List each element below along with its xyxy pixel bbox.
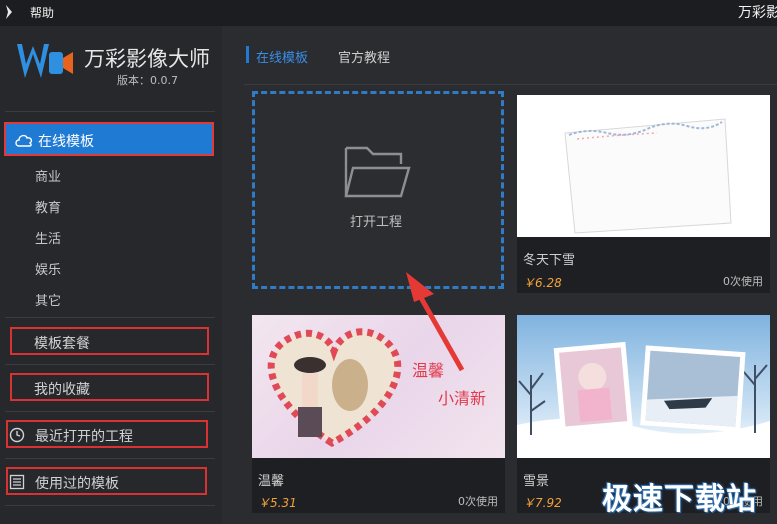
template-title: 温馨 bbox=[258, 474, 285, 489]
watermark: 极速下载站 bbox=[602, 482, 757, 517]
sidebar-item-other[interactable]: 其它 bbox=[35, 290, 61, 309]
sidebar-item-life[interactable]: 生活 bbox=[35, 228, 61, 247]
divider bbox=[5, 317, 215, 318]
divider bbox=[5, 111, 215, 112]
sidebar-item-education[interactable]: 教育 bbox=[35, 197, 61, 216]
sidebar-item-recent-projects[interactable]: 最近打开的工程 bbox=[6, 420, 208, 448]
sidebar-item-used-templates[interactable]: 使用过的模板 bbox=[6, 467, 207, 495]
template-thumbnail bbox=[517, 315, 770, 458]
title-bar bbox=[0, 0, 777, 26]
cloud-icon bbox=[14, 133, 34, 147]
sidebar-item-entertainment[interactable]: 娱乐 bbox=[35, 259, 61, 278]
sidebar bbox=[0, 26, 222, 524]
list-icon bbox=[9, 474, 25, 490]
divider bbox=[5, 364, 215, 365]
window-title: 万彩影 bbox=[738, 5, 777, 21]
sidebar-item-online-templates[interactable]: 在线模板 bbox=[4, 122, 214, 156]
menu-help[interactable]: 帮助 bbox=[30, 5, 54, 21]
sidebar-item-my-favorites[interactable]: 我的收藏 bbox=[10, 373, 209, 401]
template-price: ￥7.92 bbox=[523, 496, 562, 510]
sidebar-item-template-packages[interactable]: 模板套餐 bbox=[10, 327, 209, 355]
template-thumbnail bbox=[517, 95, 770, 237]
sidebar-item-label: 最近打开的工程 bbox=[35, 429, 133, 445]
divider bbox=[5, 411, 215, 412]
sidebar-item-label: 在线模板 bbox=[38, 134, 94, 150]
annotation-arrow-icon bbox=[400, 270, 470, 375]
tab-online-templates[interactable]: 在线模板 bbox=[256, 47, 308, 66]
template-price: ￥6.28 bbox=[523, 276, 562, 290]
sidebar-item-label: 模板套餐 bbox=[34, 336, 90, 352]
app-version: 版本：0.0.7 bbox=[117, 74, 178, 87]
tab-divider bbox=[244, 84, 777, 85]
thumbnail-caption: 小清新 bbox=[438, 389, 487, 408]
template-card-winter-snow[interactable]: 冬天下雪 ￥6.28 0次使用 bbox=[517, 95, 770, 293]
template-title: 冬天下雪 bbox=[523, 253, 576, 268]
template-use-count: 0次使用 bbox=[458, 495, 498, 508]
open-project-label: 打开工程 bbox=[350, 215, 403, 230]
active-tab-indicator bbox=[246, 46, 249, 63]
folder-icon bbox=[343, 144, 411, 202]
sidebar-item-business[interactable]: 商业 bbox=[35, 166, 61, 185]
sidebar-item-label: 使用过的模板 bbox=[35, 476, 119, 492]
menu-arrow-icon[interactable] bbox=[4, 4, 14, 20]
app-name: 万彩影像大师 bbox=[84, 47, 210, 71]
template-title: 雪景 bbox=[523, 474, 550, 489]
divider bbox=[5, 458, 215, 459]
tab-official-tutorials[interactable]: 官方教程 bbox=[338, 47, 390, 66]
template-use-count: 0次使用 bbox=[723, 275, 763, 288]
template-price: ￥5.31 bbox=[258, 496, 297, 510]
divider bbox=[5, 505, 215, 506]
clock-icon bbox=[9, 427, 25, 443]
app-logo-icon bbox=[15, 40, 75, 82]
sidebar-item-label: 我的收藏 bbox=[34, 382, 90, 398]
